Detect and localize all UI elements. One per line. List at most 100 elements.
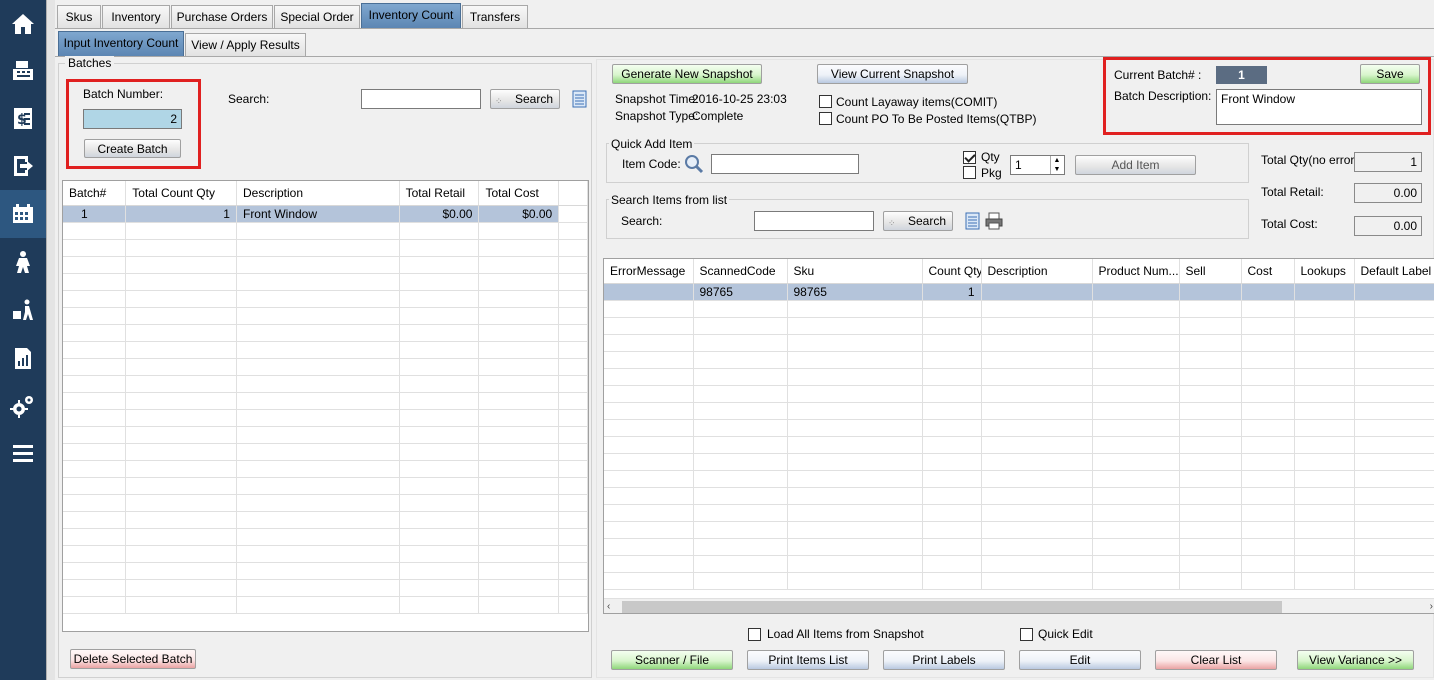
batch-search-input[interactable] [361,89,481,109]
column-header[interactable]: Total Count Qty [125,181,237,206]
empty-cell [236,222,400,240]
report-icon[interactable] [0,334,46,382]
empty-row [63,494,588,512]
column-header[interactable]: Cost [1241,259,1295,284]
table-row[interactable]: 1 1 Front Window $0.00 $0.00 [63,205,588,223]
nav-splitter[interactable] [46,0,55,680]
menu-icon[interactable] [0,430,46,478]
column-header[interactable]: Default Label T [1354,259,1434,284]
item-cell [1241,283,1295,301]
qty-stepper[interactable]: 1 ▲ ▼ [1010,155,1065,175]
column-header[interactable]: Sku [787,259,923,284]
view-current-snapshot-button[interactable]: View Current Snapshot [817,64,968,84]
empty-cell [558,358,588,376]
empty-row [604,334,1434,352]
empty-cell [125,443,237,461]
tab-transfers[interactable]: Transfers [462,5,528,28]
empty-cell [1241,504,1295,522]
tab-skus[interactable]: Skus [57,5,101,28]
home-icon[interactable] [0,0,46,48]
exit-icon[interactable] [0,142,46,190]
pkg-checkbox[interactable] [963,166,976,179]
customers-icon[interactable] [0,238,46,286]
search-items-input[interactable] [754,211,874,231]
column-header[interactable]: Description [981,259,1093,284]
clear-list-button[interactable]: Clear List [1155,650,1277,670]
tab-inventory-count[interactable]: Inventory Count [361,3,461,28]
tab-inventory[interactable]: Inventory [102,5,170,28]
calendar-icon[interactable] [0,190,46,238]
batches-grid[interactable]: Batch# Total Count Qty Description Total… [62,180,589,632]
empty-cell [478,596,560,614]
items-grid[interactable]: ErrorMessage ScannedCode Sku Count Qty D… [603,258,1434,614]
scroll-left-icon[interactable]: ‹ [607,599,610,613]
item-code-input[interactable] [711,154,859,174]
delete-selected-batch-button[interactable]: Delete Selected Batch [70,649,196,669]
empty-cell [1354,453,1434,471]
copy-list-icon[interactable] [572,90,588,111]
column-header[interactable]: Product Num... [1092,259,1180,284]
create-batch-button[interactable]: Create Batch [84,139,181,158]
horizontal-scrollbar[interactable]: ‹ › [604,598,1434,613]
settings-icon[interactable] [0,382,46,430]
tab-view-apply-results[interactable]: View / Apply Results [185,33,306,56]
stepper-up-icon[interactable]: ▲ [1050,156,1063,165]
add-item-button[interactable]: Add Item [1075,155,1196,175]
batch-number-field[interactable]: 2 [83,109,182,129]
count-po-checkbox[interactable] [819,112,832,125]
scanner-file-button[interactable]: Scanner / File [611,650,733,670]
tab-special-order[interactable]: Special Order [274,5,360,28]
edit-button[interactable]: Edit [1019,650,1141,670]
empty-cell [604,385,694,403]
save-button[interactable]: Save [1360,64,1420,84]
column-header[interactable]: Description [236,181,400,206]
empty-cell [399,545,480,563]
search-items-button[interactable]: ⁘ Search [883,211,953,231]
empty-cell [1092,470,1180,488]
column-header[interactable]: ErrorMessage [604,259,694,284]
count-layaway-checkbox[interactable] [819,95,832,108]
batch-search-button[interactable]: ⁘ Search [490,89,560,109]
empty-cell [693,572,788,590]
copy-list-icon[interactable] [965,212,981,233]
view-variance-button[interactable]: View Variance >> [1297,650,1414,670]
tab-input-inventory-count[interactable]: Input Inventory Count [58,31,184,56]
printer-icon[interactable] [985,212,1003,233]
generate-new-snapshot-button[interactable]: Generate New Snapshot [612,64,762,84]
print-items-list-button[interactable]: Print Items List [747,650,869,670]
batch-description-field[interactable]: Front Window [1216,89,1422,125]
empty-cell [787,487,923,505]
empty-cell [63,460,127,478]
empty-cell [693,334,788,352]
column-header[interactable]: Sell [1179,259,1242,284]
print-labels-button[interactable]: Print Labels [883,650,1005,670]
stepper-down-icon[interactable]: ▼ [1050,165,1063,174]
magnifier-icon[interactable] [684,154,704,177]
column-header[interactable]: Total Retail [399,181,480,206]
column-header[interactable]: Batch# [63,181,127,206]
empty-cell [1241,538,1295,556]
empty-cell [981,453,1093,471]
scroll-right-icon[interactable]: › [1430,599,1433,613]
column-header[interactable]: Count Qty [922,259,982,284]
empty-cell [922,351,982,369]
tab-purchase-orders[interactable]: Purchase Orders [171,5,273,28]
empty-cell [1241,334,1295,352]
empty-cell [399,494,480,512]
delivery-icon[interactable] [0,286,46,334]
column-header[interactable]: Total Cost [478,181,560,206]
register-icon[interactable] [0,46,46,94]
quick-edit-checkbox[interactable] [1020,628,1033,641]
empty-cell [399,460,480,478]
load-all-items-checkbox[interactable] [748,628,761,641]
empty-cell [558,375,588,393]
empty-cell [1092,368,1180,386]
empty-cell [922,521,982,539]
table-row[interactable]: 98765 98765 1 [604,283,1434,301]
column-header[interactable]: ScannedCode [693,259,788,284]
invoice-icon[interactable]: $ [0,94,46,142]
column-header[interactable]: Lookups [1294,259,1355,284]
scrollbar-thumb[interactable] [622,601,1282,613]
empty-cell [236,426,400,444]
qty-checkbox[interactable] [963,151,976,164]
